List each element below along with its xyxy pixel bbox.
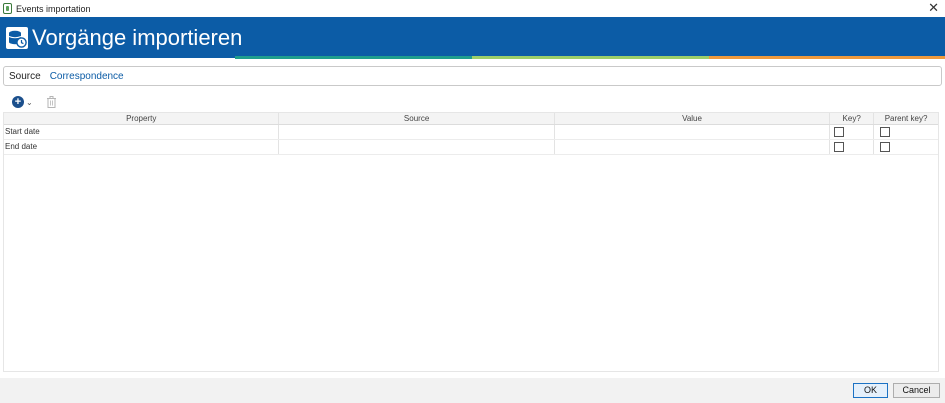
source-cell[interactable] <box>279 125 555 139</box>
plus-icon: + <box>12 96 24 108</box>
add-button[interactable]: + ⌄ <box>12 96 33 108</box>
ok-button[interactable]: OK <box>853 383 888 398</box>
source-value[interactable]: Correspondence <box>50 71 124 82</box>
delete-icon[interactable] <box>46 96 57 108</box>
import-events-icon <box>6 27 28 49</box>
column-header-property[interactable]: Property <box>4 113 280 124</box>
property-cell[interactable]: End date <box>4 140 280 154</box>
value-cell[interactable] <box>555 125 831 139</box>
cancel-button[interactable]: Cancel <box>893 383 940 398</box>
chevron-down-icon: ⌄ <box>26 97 33 107</box>
parent-key-cell <box>874 125 938 139</box>
table-row[interactable]: End date <box>4 140 938 155</box>
source-cell[interactable] <box>279 140 555 154</box>
key-checkbox[interactable] <box>834 127 845 137</box>
close-icon[interactable]: ✕ <box>928 1 939 15</box>
window-titlebar: Events importation ✕ <box>0 0 945 17</box>
property-cell[interactable]: Start date <box>4 125 280 139</box>
parent-key-checkbox[interactable] <box>880 142 891 152</box>
app-icon <box>3 3 12 14</box>
window-title: Events importation <box>16 3 91 14</box>
parent-key-cell <box>874 140 938 154</box>
column-header-parent-key[interactable]: Parent key? <box>874 113 938 124</box>
grid-header-row: Property Source Value Key? Parent key? <box>4 113 938 125</box>
page-title: Vorgänge importieren <box>32 25 243 50</box>
key-checkbox[interactable] <box>834 142 845 152</box>
header-banner: Vorgänge importieren <box>0 17 945 58</box>
source-selector[interactable]: Source Correspondence <box>3 66 942 86</box>
column-header-key[interactable]: Key? <box>830 113 875 124</box>
key-cell <box>830 125 875 139</box>
property-mapping-grid: Property Source Value Key? Parent key? S… <box>3 112 939 372</box>
grid-toolbar: + ⌄ <box>12 94 57 110</box>
value-cell[interactable] <box>555 140 831 154</box>
column-header-value[interactable]: Value <box>555 113 831 124</box>
parent-key-checkbox[interactable] <box>880 127 891 137</box>
key-cell <box>830 140 875 154</box>
source-label: Source <box>9 70 41 82</box>
column-header-source[interactable]: Source <box>279 113 555 124</box>
dialog-footer: OK Cancel <box>0 378 945 403</box>
table-row[interactable]: Start date <box>4 125 938 140</box>
